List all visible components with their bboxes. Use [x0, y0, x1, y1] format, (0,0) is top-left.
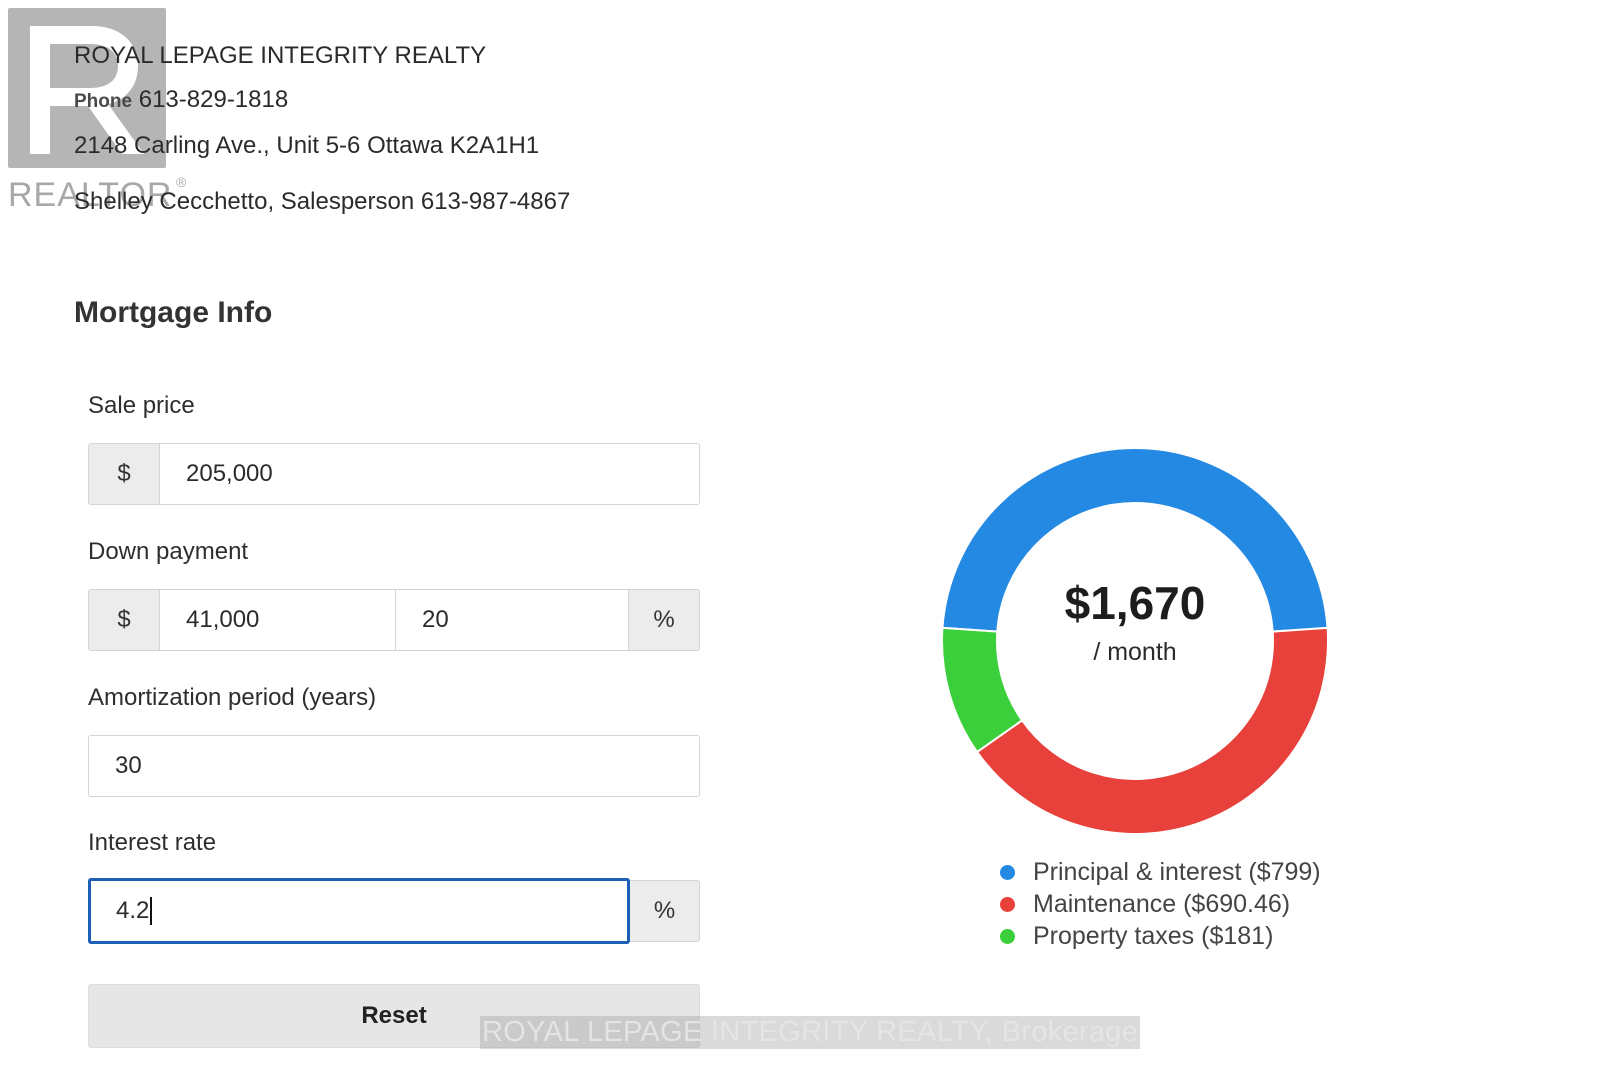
interest-rate-value: 4.2 — [116, 897, 150, 924]
phone-label: Phone — [74, 91, 133, 112]
legend-dot-principal — [1000, 864, 1015, 880]
amortization-input-group: 30 — [88, 735, 700, 797]
interest-rate-percent-addon: % — [630, 880, 700, 942]
down-payment-input-group: $ 41,000 20 % — [88, 589, 700, 651]
legend-item-maintenance: Maintenance ($690.46) — [1000, 888, 1321, 920]
chart-legend: Principal & interest ($799) Maintenance … — [1000, 856, 1321, 952]
monthly-payment-period: / month — [1093, 638, 1177, 666]
interest-rate-label: Interest rate — [88, 829, 217, 856]
agency-address: 2148 Carling Ave., Unit 5-6 Ottawa K2A1H… — [74, 132, 540, 159]
legend-item-principal: Principal & interest ($799) — [1000, 856, 1321, 888]
sale-price-input[interactable]: 205,000 — [160, 444, 699, 504]
text-cursor — [150, 897, 153, 925]
sale-price-input-group: $ 205,000 — [88, 443, 700, 505]
down-payment-currency-addon: $ — [89, 590, 160, 650]
down-payment-label: Down payment — [88, 538, 249, 565]
brokerage-watermark: ROYAL LEPAGE INTEGRITY REALTY, Brokerage — [480, 1016, 1141, 1049]
phone-number[interactable]: 613-829-1818 — [139, 86, 288, 113]
legend-label-taxes: Property taxes ($181) — [1033, 921, 1274, 950]
amortization-label: Amortization period (years) — [88, 684, 377, 711]
interest-rate-input[interactable]: 4.2 — [88, 878, 630, 944]
sale-price-label: Sale price — [88, 392, 195, 419]
legend-label-maintenance: Maintenance ($690.46) — [1033, 889, 1291, 918]
amortization-input[interactable]: 30 — [89, 736, 699, 796]
down-payment-amount-input[interactable]: 41,000 — [160, 590, 396, 650]
interest-rate-input-group: 4.2 % — [88, 878, 700, 944]
legend-item-taxes: Property taxes ($181) — [1000, 920, 1321, 952]
agent-info: Shelley Cecchetto, Salesperson 613-987-4… — [74, 188, 571, 215]
legend-dot-taxes — [1000, 928, 1015, 944]
sale-price-currency-addon: $ — [89, 444, 160, 504]
agency-name: ROYAL LEPAGE INTEGRITY REALTY — [74, 42, 487, 69]
payment-donut-chart: $1,670 / month — [940, 446, 1330, 836]
down-payment-percent-addon: % — [628, 590, 699, 650]
mortgage-info-title: Mortgage Info — [74, 296, 273, 329]
down-payment-percent-input[interactable]: 20 — [396, 590, 628, 650]
agency-phone: Phone 613-829-1818 — [74, 86, 288, 114]
legend-dot-maintenance — [1000, 896, 1015, 912]
legend-label-principal: Principal & interest ($799) — [1033, 857, 1321, 886]
monthly-payment-amount: $1,670 — [1064, 577, 1206, 629]
